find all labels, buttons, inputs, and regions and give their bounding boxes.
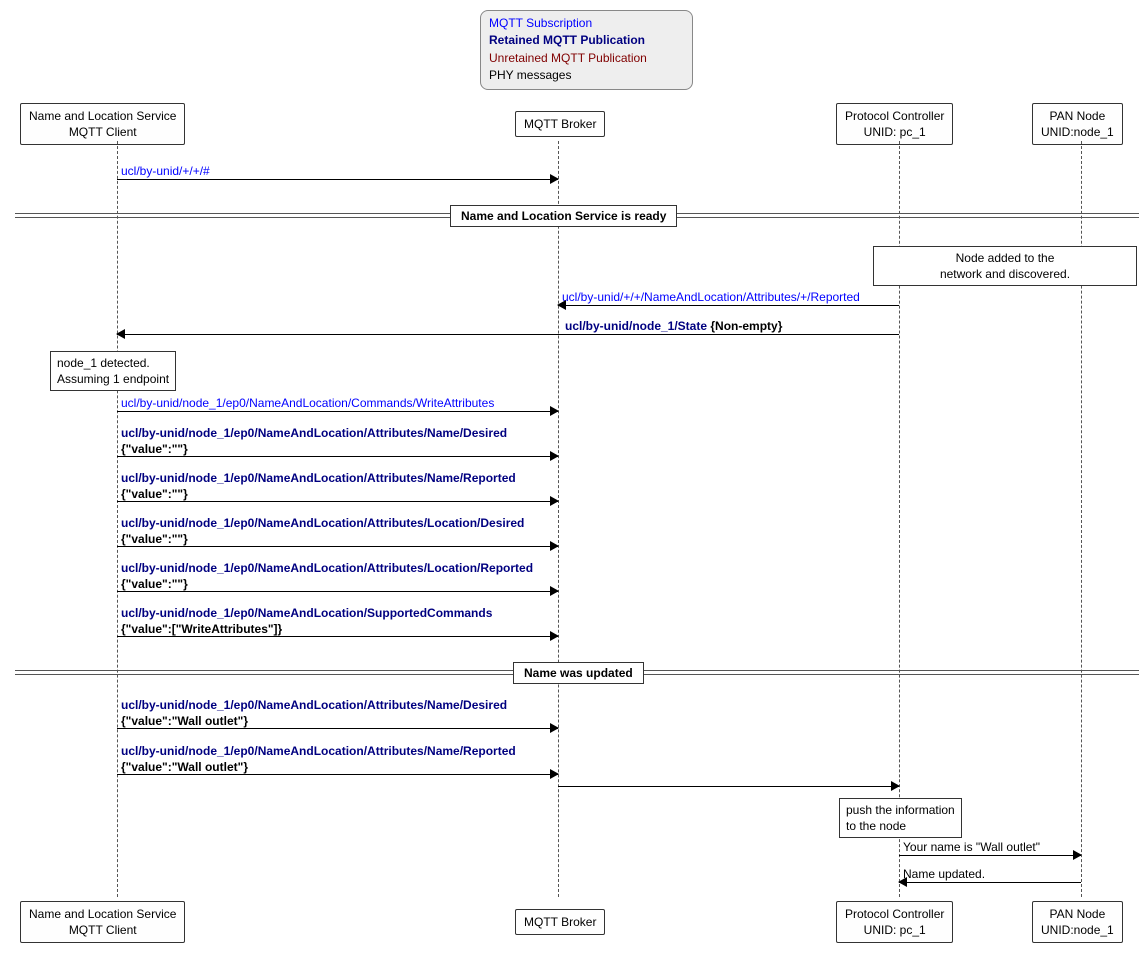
- participant-label: PAN Node: [1049, 907, 1105, 921]
- divider-ready-label: Name and Location Service is ready: [450, 205, 677, 227]
- legend-unretained: Unretained MQTT Publication: [489, 50, 684, 67]
- msg-payload: {"value":""}: [121, 487, 188, 501]
- participant-label: MQTT Broker: [524, 117, 596, 131]
- msg-payload: {"value":"Wall outlet"}: [121, 760, 248, 774]
- msg-topic: ucl/by-unid/node_1/ep0/NameAndLocation/S…: [121, 606, 492, 620]
- msg-supported-commands: ucl/by-unid/node_1/ep0/NameAndLocation/S…: [117, 636, 558, 637]
- msg-label: ucl/by-unid/node_1/ep0/NameAndLocation/C…: [121, 396, 494, 410]
- participant-label: MQTT Client: [69, 923, 137, 937]
- legend-retained: Retained MQTT Publication: [489, 32, 684, 49]
- msg-topic: ucl/by-unid/node_1/ep0/NameAndLocation/A…: [121, 471, 516, 485]
- msg-payload: {"value":""}: [121, 442, 188, 456]
- participant-name-location-service-top: Name and Location Service MQTT Client: [20, 103, 185, 145]
- participant-pan-node-top: PAN Node UNID:node_1: [1032, 103, 1123, 145]
- msg-location-reported-empty: ucl/by-unid/node_1/ep0/NameAndLocation/A…: [117, 591, 558, 592]
- msg-topic: ucl/by-unid/node_1/ep0/NameAndLocation/A…: [121, 698, 507, 712]
- participant-label: UNID:node_1: [1041, 125, 1114, 139]
- msg-label: ucl/by-unid/node_1/ep0/NameAndLocation/A…: [121, 698, 507, 729]
- msg-payload: {"value":"Wall outlet"}: [121, 714, 248, 728]
- participant-label: UNID: pc_1: [864, 125, 926, 139]
- participant-label: UNID:node_1: [1041, 923, 1114, 937]
- msg-topic: ucl/by-unid/node_1/ep0/NameAndLocation/A…: [121, 426, 507, 440]
- msg-topic: ucl/by-unid/node_1/ep0/NameAndLocation/A…: [121, 744, 516, 758]
- msg-topic: ucl/by-unid/node_1/State: [565, 319, 707, 333]
- msg-forward-to-pc: [558, 786, 899, 787]
- legend-phy: PHY messages: [489, 67, 684, 84]
- msg-sub-wildcard: ucl/by-unid/+/+/#: [117, 179, 558, 180]
- msg-label: ucl/by-unid/node_1/ep0/NameAndLocation/A…: [121, 471, 516, 502]
- msg-label: ucl/by-unid/node_1/ep0/NameAndLocation/S…: [121, 606, 492, 637]
- msg-your-name-is: Your name is "Wall outlet": [899, 855, 1081, 856]
- msg-name-desired-wall-outlet: ucl/by-unid/node_1/ep0/NameAndLocation/A…: [117, 728, 558, 729]
- msg-label: Name updated.: [903, 867, 985, 881]
- msg-label: ucl/by-unid/node_1/ep0/NameAndLocation/A…: [121, 561, 533, 592]
- msg-name-updated-ack: Name updated.: [899, 882, 1081, 883]
- participant-mqtt-broker-top: MQTT Broker: [515, 111, 605, 137]
- msg-name-reported-empty: ucl/by-unid/node_1/ep0/NameAndLocation/A…: [117, 501, 558, 502]
- legend-subscription: MQTT Subscription: [489, 15, 684, 32]
- participant-protocol-controller-top: Protocol Controller UNID: pc_1: [836, 103, 953, 145]
- msg-payload: {"value":""}: [121, 577, 188, 591]
- participant-label: MQTT Broker: [524, 915, 596, 929]
- participant-protocol-controller-bottom: Protocol Controller UNID: pc_1: [836, 901, 953, 943]
- participant-label: Protocol Controller: [845, 907, 944, 921]
- sequence-diagram: MQTT Subscription Retained MQTT Publicat…: [10, 10, 1139, 953]
- note-line: Node added to the: [956, 251, 1055, 265]
- msg-location-desired-empty: ucl/by-unid/node_1/ep0/NameAndLocation/A…: [117, 546, 558, 547]
- msg-label: ucl/by-unid/+/+/NameAndLocation/Attribut…: [562, 290, 860, 304]
- divider-name-updated-label: Name was updated: [513, 662, 644, 684]
- msg-topic: ucl/by-unid/node_1/ep0/NameAndLocation/A…: [121, 561, 533, 575]
- msg-payload: {"value":""}: [121, 532, 188, 546]
- lifeline-mqtt-broker: [558, 141, 559, 897]
- msg-topic: ucl/by-unid/node_1/ep0/NameAndLocation/A…: [121, 516, 524, 530]
- msg-label: ucl/by-unid/+/+/#: [121, 164, 210, 178]
- participant-label: MQTT Client: [69, 125, 137, 139]
- note-node1-detected: node_1 detected. Assuming 1 endpoint: [50, 351, 176, 391]
- note-line: to the node: [846, 819, 906, 833]
- note-line: node_1 detected.: [57, 356, 150, 370]
- msg-payload: {"value":["WriteAttributes"]}: [121, 622, 282, 636]
- note-line: push the information: [846, 803, 955, 817]
- participant-label: Protocol Controller: [845, 109, 944, 123]
- legend-box: MQTT Subscription Retained MQTT Publicat…: [480, 10, 693, 90]
- msg-sub-writeattributes: ucl/by-unid/node_1/ep0/NameAndLocation/C…: [117, 411, 558, 412]
- note-push-to-node: push the information to the node: [839, 798, 962, 838]
- participant-name-location-service-bottom: Name and Location Service MQTT Client: [20, 901, 185, 943]
- msg-label: ucl/by-unid/node_1/ep0/NameAndLocation/A…: [121, 744, 516, 775]
- note-line: network and discovered.: [940, 267, 1070, 281]
- note-line: Assuming 1 endpoint: [57, 372, 169, 386]
- msg-label: ucl/by-unid/node_1/State {Non-empty}: [565, 319, 782, 333]
- msg-label: ucl/by-unid/node_1/ep0/NameAndLocation/A…: [121, 426, 507, 457]
- participant-label: Name and Location Service: [29, 907, 176, 921]
- msg-label: ucl/by-unid/node_1/ep0/NameAndLocation/A…: [121, 516, 524, 547]
- lifeline-name-location-service: [117, 141, 118, 897]
- participant-label: PAN Node: [1049, 109, 1105, 123]
- participant-label: UNID: pc_1: [864, 923, 926, 937]
- msg-state-nonempty: ucl/by-unid/node_1/State {Non-empty}: [117, 334, 899, 335]
- msg-name-desired-empty: ucl/by-unid/node_1/ep0/NameAndLocation/A…: [117, 456, 558, 457]
- msg-sub-nameandlocation-reported: ucl/by-unid/+/+/NameAndLocation/Attribut…: [558, 305, 899, 306]
- participant-mqtt-broker-bottom: MQTT Broker: [515, 909, 605, 935]
- participant-pan-node-bottom: PAN Node UNID:node_1: [1032, 901, 1123, 943]
- msg-payload: {Non-empty}: [710, 319, 782, 333]
- msg-label: Your name is "Wall outlet": [903, 840, 1040, 854]
- msg-name-reported-wall-outlet: ucl/by-unid/node_1/ep0/NameAndLocation/A…: [117, 774, 558, 775]
- participant-label: Name and Location Service: [29, 109, 176, 123]
- note-node-added: Node added to the network and discovered…: [873, 246, 1137, 286]
